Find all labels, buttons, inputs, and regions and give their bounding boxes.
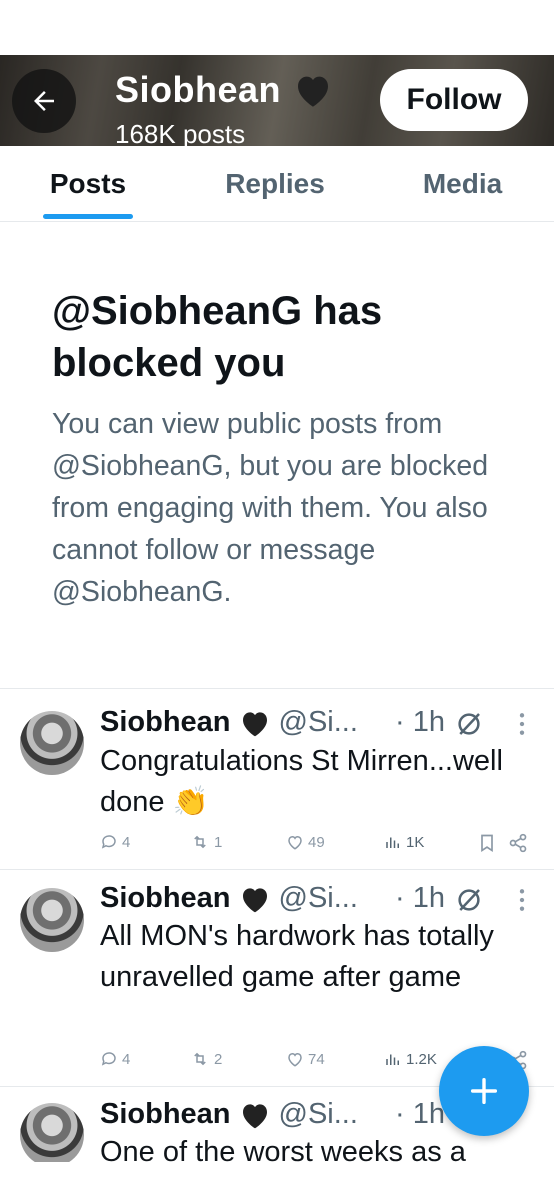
status-bar-area <box>0 0 554 55</box>
compose-button[interactable] <box>439 1046 529 1136</box>
tab-posts[interactable]: Posts <box>28 146 148 222</box>
arrow-left-icon <box>34 91 54 111</box>
more-vertical-icon[interactable] <box>512 711 532 737</box>
blocked-title: @SiobheanG has blocked you <box>52 289 383 385</box>
share-icon[interactable] <box>508 833 528 853</box>
tab-media[interactable]: Media <box>400 146 525 222</box>
black-heart-icon <box>242 887 267 912</box>
black-heart-icon <box>242 711 267 736</box>
tweet-author-name[interactable]: Siobhean <box>100 706 231 739</box>
like-count: 49 <box>308 833 325 851</box>
tweet-author-name[interactable]: Siobhean <box>100 1098 231 1131</box>
slash-circle-icon[interactable] <box>454 709 484 739</box>
tweet-header: Siobhean @Si... <box>100 1098 358 1131</box>
tweet-header: Siobhean @Si... <box>100 882 358 915</box>
views-count: 1K <box>406 833 425 851</box>
tweet-time[interactable]: · 1h <box>395 1098 445 1131</box>
reply-button[interactable]: 4 <box>100 833 130 851</box>
like-button[interactable]: 74 <box>286 1050 325 1068</box>
reply-count: 4 <box>122 833 131 851</box>
bottom-blank-area <box>0 1162 554 1200</box>
tweet[interactable]: Siobhean @Si... · 1h Congratulations St … <box>0 689 554 869</box>
posts-count: 168K posts <box>115 119 246 146</box>
repost-count: 1 <box>214 833 223 851</box>
tweet-time[interactable]: · 1h <box>395 706 445 739</box>
reply-count: 4 <box>122 1050 131 1068</box>
more-vertical-icon[interactable] <box>512 887 532 913</box>
reply-button[interactable]: 4 <box>100 1050 130 1068</box>
black-heart-icon <box>298 76 329 107</box>
tweet-time[interactable]: · 1h <box>395 882 445 915</box>
tweet-author-handle[interactable]: @Si... <box>279 1098 358 1131</box>
avatar[interactable] <box>20 1103 84 1162</box>
tweet-author-handle[interactable]: @Si... <box>279 882 358 915</box>
back-button[interactable] <box>12 69 76 133</box>
repost-button[interactable]: 2 <box>190 1050 222 1068</box>
views-icon <box>386 1054 399 1065</box>
reply-icon <box>101 1052 116 1066</box>
views-icon <box>386 837 399 848</box>
avatar[interactable] <box>20 711 84 775</box>
slash-circle-icon[interactable] <box>454 885 484 915</box>
profile-tabs: Posts Replies Media <box>0 146 554 222</box>
avatar[interactable] <box>20 888 84 952</box>
like-button[interactable]: 49 <box>286 833 325 851</box>
tweet-text: One of the worst weeks as a <box>100 1136 466 1162</box>
blocked-notice: @SiobheanG has blocked you You can view … <box>52 285 522 613</box>
reply-icon <box>101 835 116 849</box>
tweet-actions: 4 1 49 1K <box>100 833 540 857</box>
tweet-author-handle[interactable]: @Si... <box>279 706 358 739</box>
tweet-header: Siobhean @Si... <box>100 706 358 739</box>
black-heart-icon <box>242 1103 267 1128</box>
views-button[interactable]: 1K <box>384 833 424 851</box>
bookmark-icon[interactable] <box>478 833 496 853</box>
plus-icon <box>470 1077 498 1105</box>
repost-button[interactable]: 1 <box>190 833 222 851</box>
like-count: 74 <box>308 1050 325 1068</box>
repost-count: 2 <box>214 1050 223 1068</box>
heart-outline-icon <box>288 1052 302 1067</box>
heart-outline-icon <box>288 835 302 850</box>
views-count: 1.2K <box>406 1050 437 1068</box>
tab-replies[interactable]: Replies <box>200 146 350 222</box>
repost-icon <box>194 835 206 849</box>
active-tab-indicator <box>43 214 133 219</box>
header-title: Siobhean <box>115 69 333 111</box>
tweet-text: All MON's hardwork has totally unravelle… <box>100 920 494 993</box>
blocked-message: You can view public posts from @Siobhean… <box>52 408 489 608</box>
tweet-author-name[interactable]: Siobhean <box>100 882 231 915</box>
follow-button[interactable]: Follow <box>380 69 528 131</box>
repost-icon <box>194 1052 206 1066</box>
views-button[interactable]: 1.2K <box>384 1050 437 1068</box>
tweet-text: Congratulations St Mirren...well done 👏 <box>100 745 503 818</box>
profile-name: Siobhean <box>115 69 282 110</box>
